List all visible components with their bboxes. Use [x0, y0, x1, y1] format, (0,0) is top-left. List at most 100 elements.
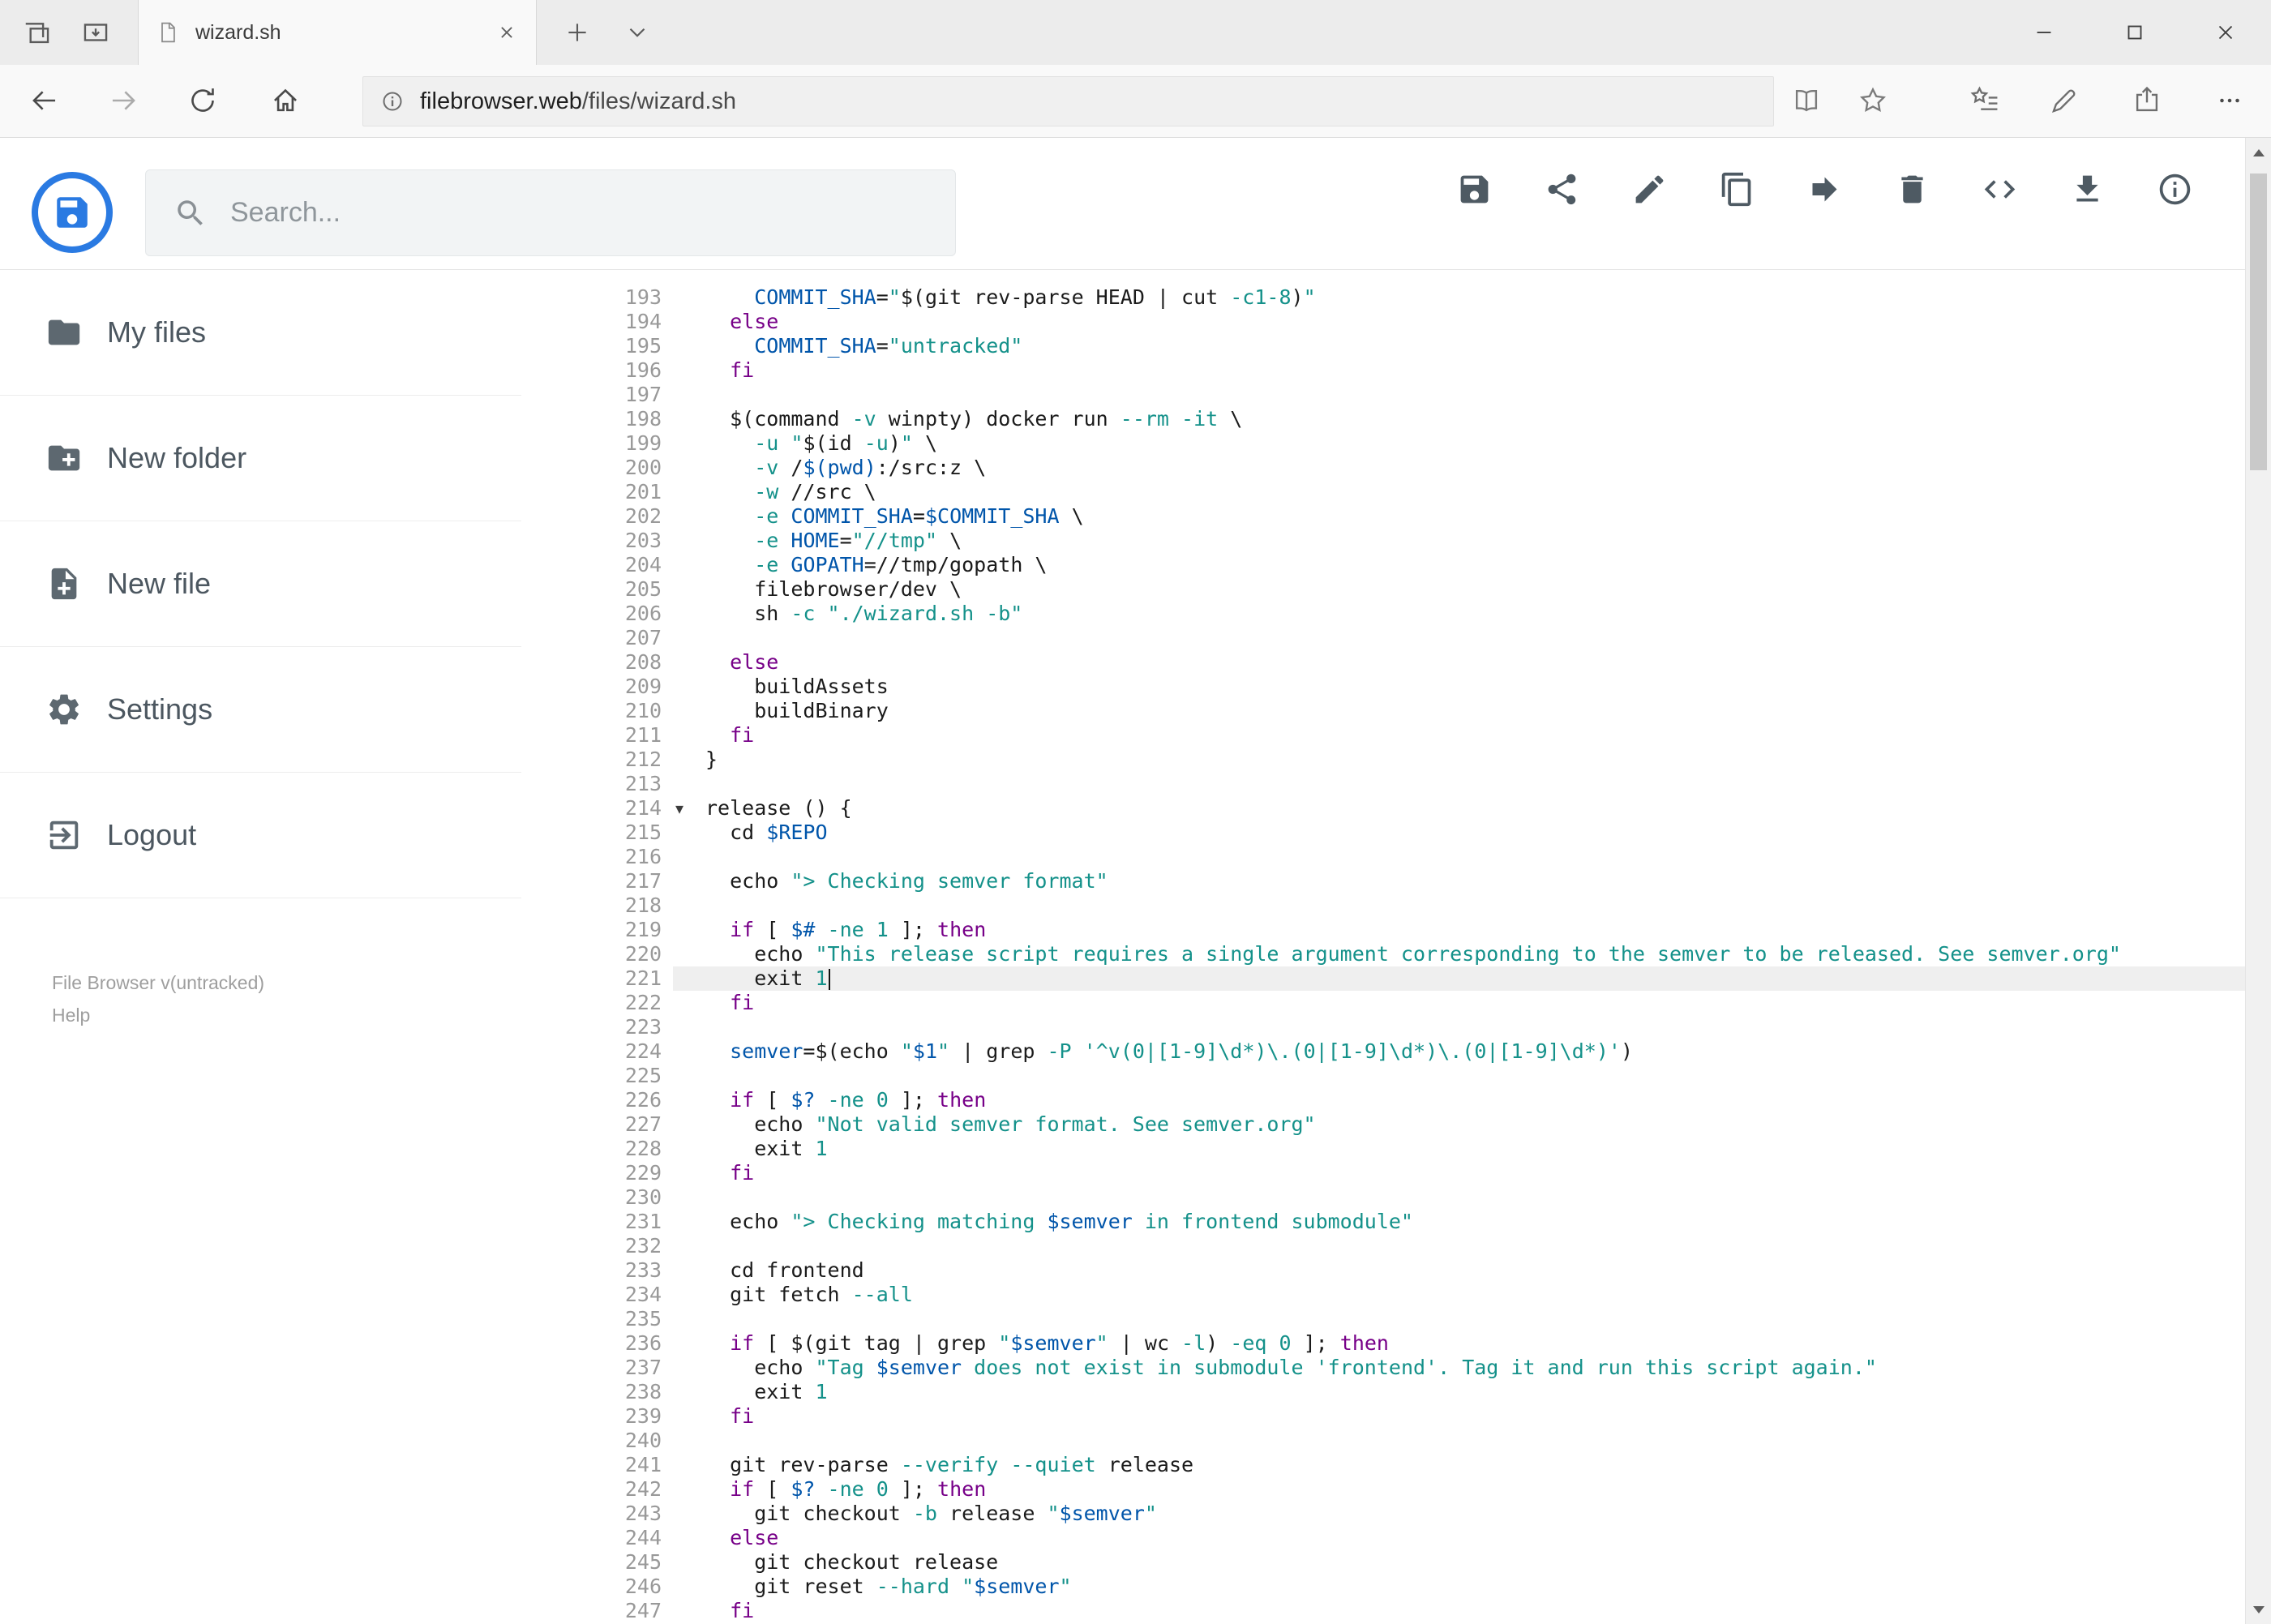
- code-line[interactable]: 218: [521, 893, 2245, 918]
- edit-button[interactable]: [1623, 163, 1675, 215]
- hub-button[interactable]: [1959, 75, 2011, 126]
- sidebar-item-new-file[interactable]: New file: [0, 521, 521, 647]
- code-line[interactable]: 208 else: [521, 650, 2245, 675]
- search-bar[interactable]: [145, 169, 956, 256]
- close-button[interactable]: [2180, 0, 2271, 65]
- code-line[interactable]: 215 cd $REPO: [521, 821, 2245, 845]
- minimize-button[interactable]: [1999, 0, 2089, 65]
- code-line[interactable]: 240: [521, 1429, 2245, 1453]
- set-aside-tabs-button[interactable]: [16, 11, 58, 54]
- code-line[interactable]: 230: [521, 1185, 2245, 1210]
- code-line[interactable]: 231 echo "> Checking matching $semver in…: [521, 1210, 2245, 1234]
- code-line[interactable]: 247 fi: [521, 1599, 2245, 1623]
- code-line[interactable]: 239 fi: [521, 1404, 2245, 1429]
- code-line[interactable]: 212}: [521, 748, 2245, 772]
- code-line[interactable]: 193 COMMIT_SHA="$(git rev-parse HEAD | c…: [521, 285, 2245, 310]
- code-line[interactable]: 242 if [ $? -ne 0 ]; then: [521, 1477, 2245, 1502]
- copy-button[interactable]: [1711, 163, 1763, 215]
- code-line[interactable]: 226 if [ $? -ne 0 ]; then: [521, 1088, 2245, 1112]
- info-button[interactable]: [2149, 163, 2200, 215]
- code-line[interactable]: 236 if [ $(git tag | grep "$semver" | wc…: [521, 1331, 2245, 1356]
- sidebar-item-new-folder[interactable]: New folder: [0, 396, 521, 521]
- code-button[interactable]: [1973, 163, 2025, 215]
- code-line[interactable]: 220 echo "This release script requires a…: [521, 942, 2245, 966]
- code-line[interactable]: 227 echo "Not valid semver format. See s…: [521, 1112, 2245, 1137]
- scrollbar-thumb[interactable]: [2250, 174, 2267, 470]
- code-line[interactable]: 219 if [ $# -ne 1 ]; then: [521, 918, 2245, 942]
- code-line[interactable]: 196 fi: [521, 358, 2245, 383]
- home-button[interactable]: [259, 75, 311, 126]
- reading-view-button[interactable]: [1780, 75, 1832, 126]
- code-line[interactable]: 222 fi: [521, 991, 2245, 1015]
- maximize-button[interactable]: [2089, 0, 2180, 65]
- code-line[interactable]: 211 fi: [521, 723, 2245, 748]
- code-line[interactable]: 228 exit 1: [521, 1137, 2245, 1161]
- code-line[interactable]: 214 ▾ release () {: [521, 796, 2245, 821]
- code-line[interactable]: 244 else: [521, 1526, 2245, 1550]
- code-line[interactable]: 195 COMMIT_SHA="untracked": [521, 334, 2245, 358]
- code-line[interactable]: 213: [521, 772, 2245, 796]
- move-button[interactable]: [1798, 163, 1850, 215]
- code-line[interactable]: 238 exit 1: [521, 1380, 2245, 1404]
- save-button[interactable]: [1448, 163, 1500, 215]
- scroll-down-icon[interactable]: [2246, 1595, 2271, 1624]
- page-scrollbar[interactable]: [2245, 138, 2271, 1624]
- code-line[interactable]: 245 git checkout release: [521, 1550, 2245, 1575]
- code-line[interactable]: 202 -e COMMIT_SHA=$COMMIT_SHA \: [521, 504, 2245, 529]
- code-line[interactable]: 246 git reset --hard "$semver": [521, 1575, 2245, 1599]
- code-line[interactable]: 194 else: [521, 310, 2245, 334]
- code-line[interactable]: 198 $(command -v winpty) docker run --rm…: [521, 407, 2245, 431]
- sidebar-item-my-files[interactable]: My files: [0, 270, 521, 396]
- filebrowser-logo[interactable]: [32, 172, 113, 253]
- code-line[interactable]: 223: [521, 1015, 2245, 1039]
- code-line[interactable]: 235: [521, 1307, 2245, 1331]
- code-line[interactable]: 221 exit 1: [521, 966, 2245, 991]
- more-button[interactable]: [2204, 75, 2256, 126]
- tab-preview-button[interactable]: [75, 11, 117, 54]
- code-line[interactable]: 243 git checkout -b release "$semver": [521, 1502, 2245, 1526]
- share-button[interactable]: [1536, 163, 1588, 215]
- scroll-up-icon[interactable]: [2246, 138, 2271, 167]
- code-line[interactable]: 232: [521, 1234, 2245, 1258]
- download-button[interactable]: [2061, 163, 2113, 215]
- code-line[interactable]: 199 -u "$(id -u)" \: [521, 431, 2245, 456]
- code-line[interactable]: 203 -e HOME="//tmp" \: [521, 529, 2245, 553]
- search-input[interactable]: [229, 196, 931, 229]
- code-line[interactable]: 237 echo "Tag $semver does not exist in …: [521, 1356, 2245, 1380]
- code-line[interactable]: 207: [521, 626, 2245, 650]
- new-tab-button[interactable]: [556, 11, 598, 54]
- code-line[interactable]: 224 semver=$(echo "$1" | grep -P '^v(0|[…: [521, 1039, 2245, 1064]
- code-line[interactable]: 206 sh -c "./wizard.sh -b": [521, 602, 2245, 626]
- code-line[interactable]: 234 git fetch --all: [521, 1283, 2245, 1307]
- code-line[interactable]: 241 git rev-parse --verify --quiet relea…: [521, 1453, 2245, 1477]
- refresh-button[interactable]: [177, 75, 229, 126]
- code-line[interactable]: 209 buildAssets: [521, 675, 2245, 699]
- code-line[interactable]: 197: [521, 383, 2245, 407]
- fold-marker-icon[interactable]: ▾: [675, 796, 683, 821]
- code-line[interactable]: 200 -v /$(pwd):/src:z \: [521, 456, 2245, 480]
- code-editor[interactable]: 193 COMMIT_SHA="$(git rev-parse HEAD | c…: [521, 270, 2245, 1624]
- forward-button[interactable]: [97, 75, 149, 126]
- code-line[interactable]: 233 cd frontend: [521, 1258, 2245, 1283]
- code-line[interactable]: 210 buildBinary: [521, 699, 2245, 723]
- code-line[interactable]: 204 -e GOPATH=//tmp/gopath \: [521, 553, 2245, 577]
- code-line[interactable]: 217 echo "> Checking semver format": [521, 869, 2245, 893]
- tab-list-button[interactable]: [616, 11, 658, 54]
- code-line[interactable]: 225: [521, 1064, 2245, 1088]
- browser-tab[interactable]: wizard.sh: [138, 0, 537, 65]
- back-button[interactable]: [19, 75, 71, 126]
- code-line[interactable]: 201 -w //src \: [521, 480, 2245, 504]
- code-line[interactable]: 216: [521, 845, 2245, 869]
- address-bar[interactable]: filebrowser.web/files/wizard.sh: [362, 76, 1774, 126]
- help-link[interactable]: Help: [52, 999, 521, 1031]
- delete-button[interactable]: [1886, 163, 1938, 215]
- annotate-button[interactable]: [2038, 75, 2090, 126]
- sidebar-item-settings[interactable]: Settings: [0, 647, 521, 773]
- sidebar-item-logout[interactable]: Logout: [0, 773, 521, 898]
- share-page-button[interactable]: [2121, 75, 2173, 126]
- info-icon[interactable]: [379, 88, 405, 114]
- code-line[interactable]: 205 filebrowser/dev \: [521, 577, 2245, 602]
- close-tab-icon[interactable]: [495, 21, 518, 44]
- favorite-button[interactable]: [1847, 75, 1899, 126]
- code-line[interactable]: 229 fi: [521, 1161, 2245, 1185]
